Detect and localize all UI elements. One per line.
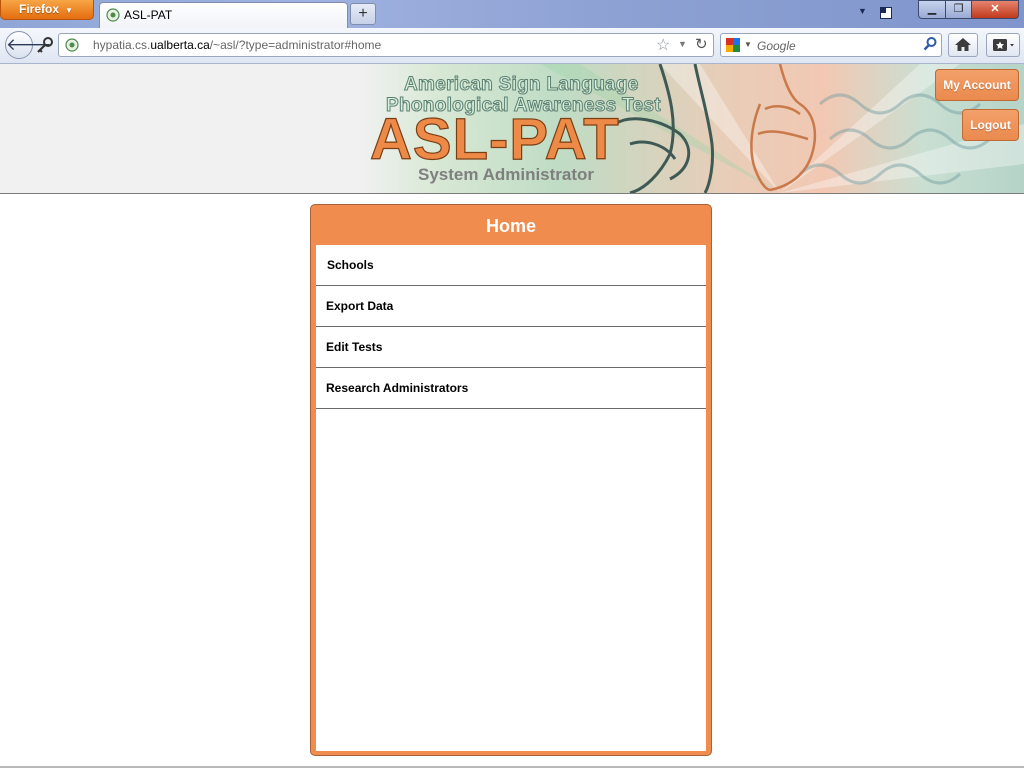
home-menu-panel: Home Schools Export Data Edit Tests Rese… [310, 204, 712, 756]
firefox-caret-icon: ▼ [65, 6, 73, 15]
tab-title: ASL-PAT [124, 8, 173, 22]
url-path: /~asl/?type=administrator#home [209, 38, 382, 52]
address-bar[interactable]: hypatia.cs.ualberta.ca/~asl/?type=admini… [58, 33, 714, 57]
minimize-icon[interactable]: ▁ [918, 0, 946, 19]
menu-item-edit-tests[interactable]: Edit Tests [316, 327, 706, 368]
firefox-button-label: Firefox [19, 2, 60, 16]
panel-title: Home [485, 216, 536, 236]
list-all-tabs-icon[interactable]: ▼ [858, 6, 867, 16]
banner-subtitle-line-1: American Sign Language [404, 74, 639, 96]
history-dropdown-icon[interactable]: ▼ [678, 39, 687, 49]
home-button[interactable] [948, 33, 978, 57]
maximize-icon[interactable]: ❐ [945, 0, 972, 19]
search-input[interactable]: Google [757, 39, 796, 53]
site-identity-icon[interactable] [65, 38, 79, 52]
search-icon[interactable] [922, 36, 938, 52]
navigation-toolbar: 🡐 hypatia.cs.ualberta.ca/~asl/?type=admi… [0, 28, 1024, 64]
bookmarks-icon [993, 39, 1014, 51]
menu-item-research-administrators[interactable]: Research Administrators [316, 368, 706, 409]
home-icon [955, 38, 971, 51]
menu-item-export-data[interactable]: Export Data [316, 286, 706, 327]
logout-button[interactable]: Logout [962, 109, 1019, 141]
tab-strip: Firefox ▼ ASL-PAT + ▼ ▁ ❐ ✕ [0, 0, 1024, 28]
my-account-button[interactable]: My Account [935, 69, 1019, 101]
browser-tab[interactable]: ASL-PAT [99, 2, 348, 28]
search-bar[interactable]: ▼ Google [720, 33, 942, 57]
banner-title: ASL-PAT [369, 107, 620, 172]
reload-icon[interactable]: ↻ [695, 35, 708, 53]
tab-groups-icon[interactable] [880, 7, 892, 19]
bookmarks-button[interactable] [986, 33, 1020, 57]
url-host-domain: ualberta.ca [150, 38, 210, 52]
new-tab-button[interactable]: + [350, 3, 376, 25]
menu-item-schools[interactable]: Schools [316, 245, 706, 286]
page-banner: American Sign Language Phonological Awar… [0, 64, 1024, 194]
url-host-prefix: hypatia.cs. [93, 38, 151, 52]
tab-favicon-icon [106, 8, 120, 22]
close-icon[interactable]: ✕ [971, 0, 1019, 19]
user-role-label: System Administrator [418, 165, 595, 184]
bookmark-star-icon[interactable]: ☆ [656, 35, 670, 55]
back-arrow-icon[interactable]: 🡐 [5, 31, 52, 59]
url-text[interactable]: hypatia.cs.ualberta.ca/~asl/?type=admini… [93, 38, 381, 52]
search-engine-dropdown-icon[interactable]: ▼ [744, 40, 752, 49]
menu-list: Schools Export Data Edit Tests Research … [316, 245, 706, 751]
google-icon[interactable] [726, 38, 740, 52]
key-icon[interactable] [36, 37, 54, 53]
firefox-menu-button[interactable]: Firefox ▼ [0, 0, 94, 20]
